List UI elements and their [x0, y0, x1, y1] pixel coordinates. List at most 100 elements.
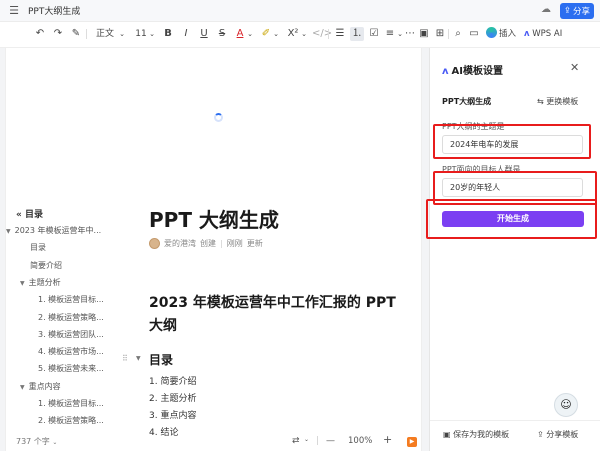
share-button[interactable]: ⇪ 分享: [560, 3, 594, 19]
insert-label: 插入: [499, 29, 517, 39]
bullet-list-icon[interactable]: ☰: [334, 27, 346, 41]
list-item[interactable]: 4. 结论: [149, 425, 178, 438]
swap-icon: ⇆: [537, 97, 544, 106]
save-as-template-button[interactable]: ▣ 保存为我的模板: [443, 429, 509, 440]
outline-item-label: 2. 模板运营策略...: [38, 416, 104, 426]
outline-item[interactable]: ▼ 2023 年模板运营年中...: [6, 225, 101, 236]
template-name: PPT大纲生成: [442, 97, 492, 106]
cloud-sync-icon[interactable]: ☁: [541, 4, 551, 15]
list-item[interactable]: 1. 简要介绍: [149, 374, 196, 387]
list-item[interactable]: 2. 主题分析: [149, 391, 196, 404]
highlight-box: [433, 124, 591, 159]
share-icon: ⇪: [563, 6, 572, 16]
outline-item[interactable]: 1. 模板运营目标...: [38, 398, 104, 409]
highlight-icon[interactable]: ✐: [260, 27, 272, 41]
undo-icon[interactable]: ↶: [34, 27, 46, 41]
panel-divider: [430, 420, 600, 421]
assistant-avatar-icon[interactable]: ☺: [554, 393, 578, 417]
caret-down-icon[interactable]: ▼: [6, 228, 11, 235]
chevron-down-icon[interactable]: ⌄: [300, 27, 308, 41]
align-icon[interactable]: ≡: [384, 27, 396, 41]
outline-title[interactable]: « 目录: [16, 207, 43, 220]
outline-item-label: 目录: [30, 243, 46, 253]
outline-item[interactable]: 1. 模板运营目标...: [38, 294, 104, 305]
document-title[interactable]: PPT 大纲生成: [149, 204, 279, 233]
loading-spinner-icon: [214, 113, 223, 122]
redo-icon[interactable]: ↷: [52, 27, 64, 41]
caret-down-icon[interactable]: ▼: [20, 280, 25, 287]
toolbar-divider: [86, 29, 87, 39]
wps-ai-label: WPS AI: [532, 29, 563, 39]
author-name: 爱的港湾: [164, 239, 196, 248]
chevron-down-icon[interactable]: ⌄: [272, 27, 280, 41]
close-icon[interactable]: ✕: [570, 61, 579, 74]
underline-icon[interactable]: U: [198, 27, 210, 41]
code-icon[interactable]: </>: [312, 27, 332, 41]
wps-ai-logo-icon: ʌ: [524, 29, 530, 39]
outline-item-label: 2023 年模板运营年中...: [14, 226, 102, 235]
share-label: 分享: [573, 7, 591, 17]
caret-down-icon[interactable]: ▼: [136, 355, 141, 362]
superscript-icon[interactable]: X²: [286, 27, 300, 41]
document-heading-3[interactable]: 目录: [149, 351, 173, 368]
share-template-button[interactable]: ⇪ 分享模板: [537, 429, 578, 440]
font-color-icon[interactable]: A: [234, 27, 246, 41]
avatar: [149, 238, 160, 249]
table-icon[interactable]: ⊞: [434, 27, 446, 41]
chevron-down-icon[interactable]: ⌄: [246, 27, 254, 41]
zoom-level[interactable]: 100%: [348, 436, 372, 446]
drag-handle-icon[interactable]: ⠿: [122, 354, 128, 363]
chevron-down-icon[interactable]: ⌄: [118, 27, 126, 41]
zoom-out-button[interactable]: —: [326, 436, 335, 446]
outline-item[interactable]: 2. 模板运营策略...: [38, 312, 104, 323]
outline-item[interactable]: 目录: [30, 242, 46, 253]
outline-item[interactable]: ▼ 重点内容: [20, 381, 61, 392]
document-canvas[interactable]: [5, 48, 422, 451]
zoom-in-button[interactable]: +: [383, 433, 392, 446]
format-painter-icon[interactable]: ✎: [70, 27, 82, 41]
panel-gutter: [422, 48, 429, 451]
outline-item[interactable]: 5. 模板运营未来...: [38, 363, 104, 374]
bold-icon[interactable]: B: [162, 27, 174, 41]
outline-item[interactable]: 简要介绍: [30, 260, 62, 271]
chevron-down-icon[interactable]: ⌄: [304, 436, 309, 443]
outline-item[interactable]: ▼ 主题分析: [20, 277, 61, 288]
checklist-icon[interactable]: ☑: [368, 27, 380, 41]
outline-item-label: 3. 模板运营团队...: [38, 329, 104, 339]
outline-item[interactable]: 4. 模板运营市场...: [38, 346, 104, 357]
outline-item[interactable]: 3. 模板运营团队...: [38, 329, 104, 340]
font-size-select[interactable]: 11: [134, 27, 148, 41]
switch-template-button[interactable]: ⇆ 更换模板: [537, 96, 578, 107]
chevron-down-icon[interactable]: ⌄: [148, 27, 156, 41]
more-icon[interactable]: ⋯: [404, 27, 416, 41]
save-icon: ▣: [443, 430, 451, 439]
italic-icon[interactable]: I: [180, 27, 192, 41]
collapse-outline-icon[interactable]: «: [16, 210, 22, 220]
numbered-list-icon[interactable]: ⒈: [350, 27, 364, 41]
chevron-down-icon[interactable]: ⌄: [396, 27, 404, 41]
strikethrough-icon[interactable]: S: [216, 27, 228, 41]
paragraph-style-select[interactable]: 正文: [94, 27, 116, 41]
insert-plus-icon: [486, 27, 497, 38]
chevron-down-icon: ⌄: [52, 439, 58, 446]
panel-title: ʌ AI模板设置: [442, 66, 503, 77]
image-icon[interactable]: ▣: [418, 27, 430, 41]
insert-button[interactable]: 插入: [486, 27, 518, 41]
outline-item[interactable]: 2. 模板运营策略...: [38, 415, 104, 426]
ai-template-panel: [429, 48, 600, 451]
outline-item-label: 重点内容: [28, 381, 61, 391]
list-item[interactable]: 3. 重点内容: [149, 408, 196, 421]
comment-icon[interactable]: ▭: [468, 27, 480, 41]
outline-item-label: 2. 模板运营策略...: [38, 312, 104, 322]
search-icon[interactable]: ⌕: [452, 27, 464, 41]
layout-icon[interactable]: ⇄: [292, 436, 300, 446]
word-count[interactable]: 737 个字 ⌄: [16, 436, 57, 447]
caret-down-icon[interactable]: ▼: [20, 384, 25, 391]
menu-icon[interactable]: ☰: [6, 4, 22, 17]
outline-item-label: 主题分析: [28, 277, 61, 287]
document-heading-2[interactable]: 2023 年模板运营年中工作汇报的 PPT 大纲: [149, 292, 409, 338]
wps-ai-button[interactable]: ʌ WPS AI: [524, 27, 566, 41]
wps-ai-logo-icon: ʌ: [442, 66, 449, 77]
play-icon[interactable]: ▶: [407, 437, 417, 447]
outline-item-label: 简要介绍: [30, 260, 62, 270]
